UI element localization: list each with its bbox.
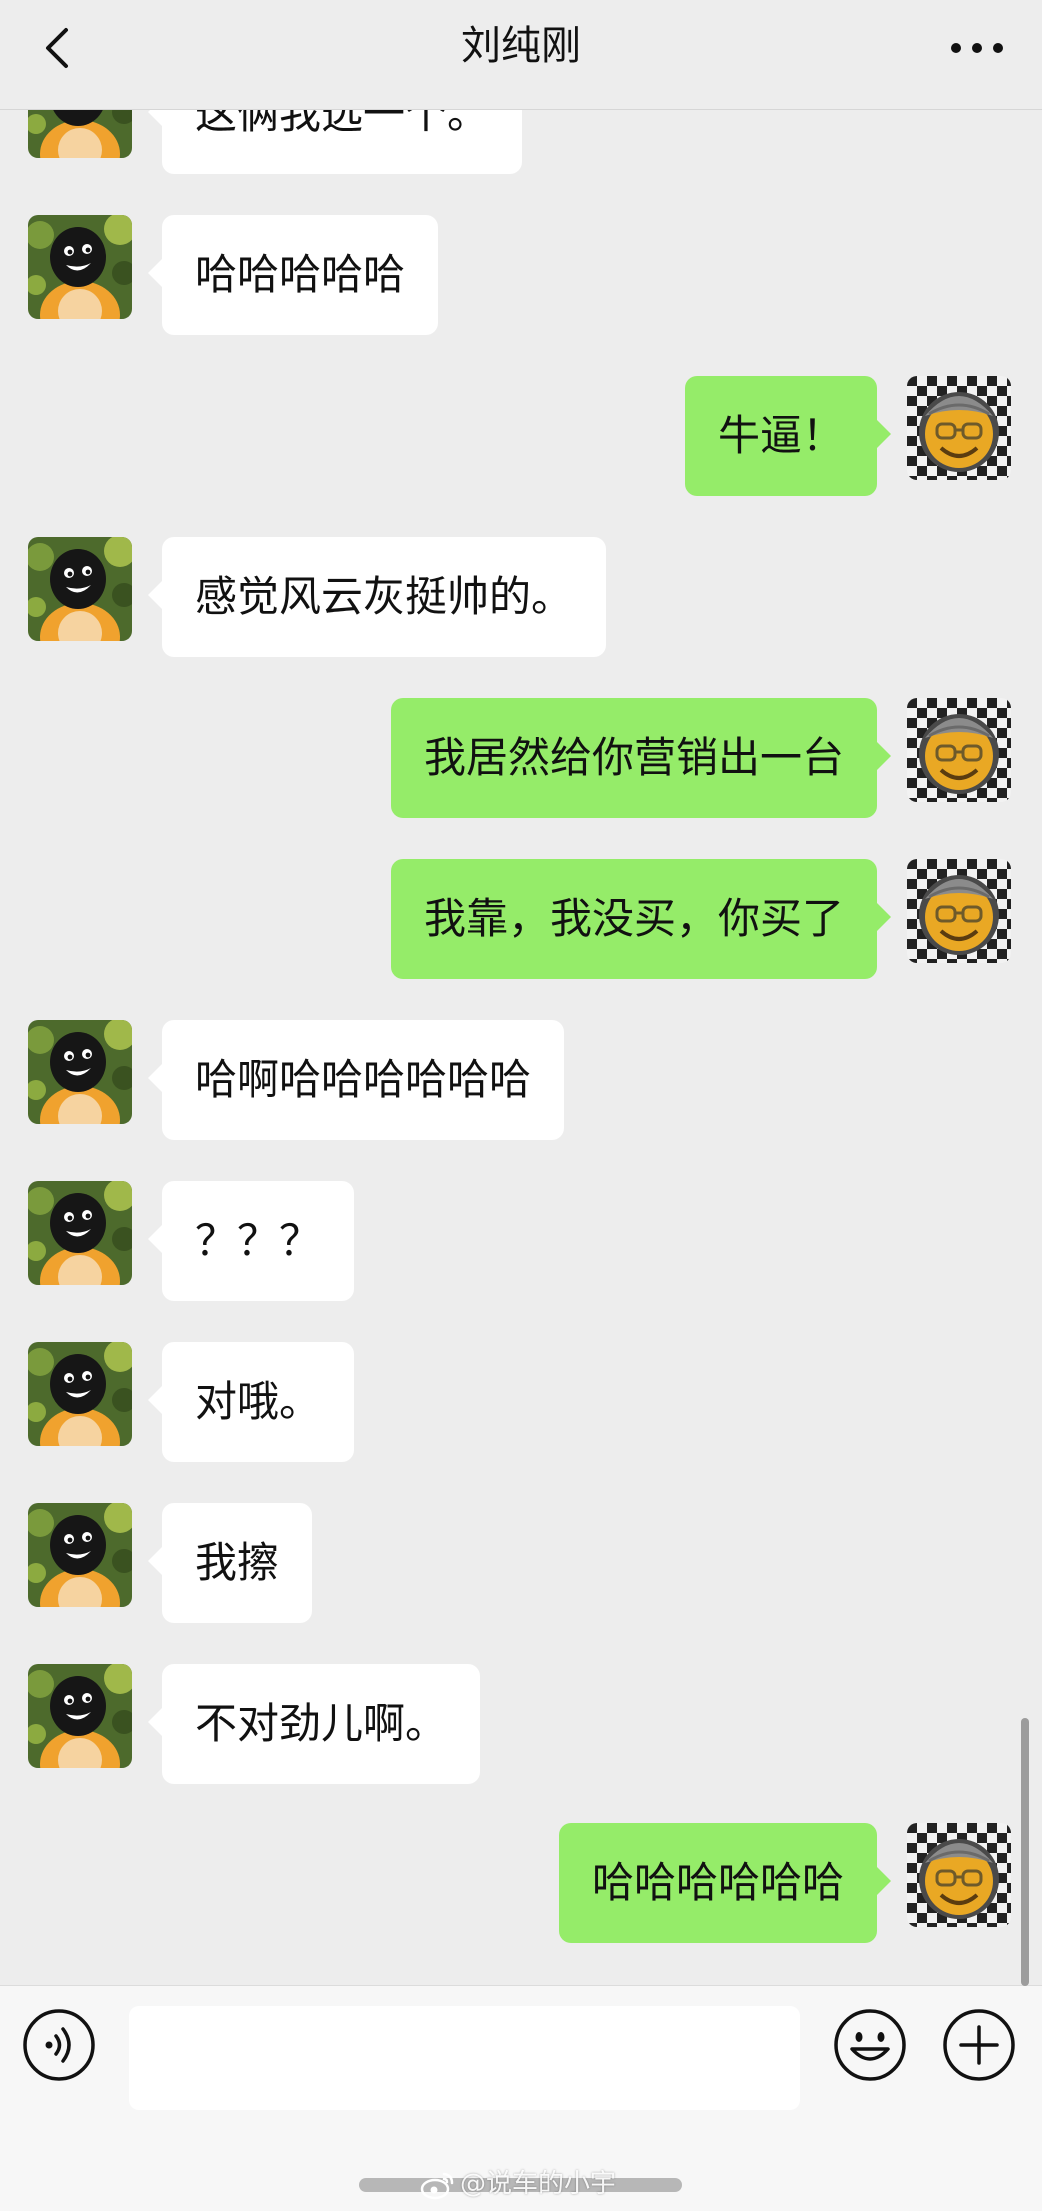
message-bubble[interactable]: 感觉风云灰挺帅的。 [147, 537, 607, 657]
message-bubble[interactable]: 哈啊哈哈哈哈哈哈 [147, 1020, 565, 1140]
emoji-icon [834, 2009, 906, 2081]
contact-avatar[interactable] [28, 1503, 132, 1607]
self-avatar[interactable] [907, 376, 1011, 480]
message-input[interactable] [129, 2006, 800, 2110]
message-bubble[interactable]: 哈哈哈哈哈 [147, 215, 439, 335]
message-bubble[interactable]: 哈哈哈哈哈哈 [558, 1823, 892, 1943]
message-bubble[interactable]: 我擦 [147, 1503, 313, 1623]
contact-avatar[interactable] [28, 1342, 132, 1446]
contact-avatar[interactable] [28, 1664, 132, 1768]
contact-avatar[interactable] [28, 537, 132, 641]
self-avatar[interactable] [907, 698, 1011, 802]
more-button[interactable] [942, 18, 1012, 78]
plus-icon [943, 2009, 1015, 2081]
contact-avatar[interactable] [28, 1020, 132, 1124]
scrollbar[interactable] [1021, 1718, 1029, 1986]
message-bubble[interactable]: 对哦。 [147, 1342, 355, 1462]
watermark-text: @说车的小宇 [460, 2169, 617, 2199]
voice-button[interactable] [22, 2008, 96, 2082]
more-functions-button[interactable] [941, 2007, 1017, 2083]
more-dots-icon [951, 43, 1003, 53]
chat-header: 刘纯刚 [0, 0, 1042, 110]
chat-message-list[interactable]: 这俩我选一个。 哈哈哈哈哈 牛逼！ 感觉风云灰挺帅的。 我居然给你营销出一台 我… [0, 0, 1042, 1985]
message-bubble[interactable]: 我居然给你营销出一台 [390, 698, 892, 818]
contact-avatar[interactable] [28, 215, 132, 319]
watermark: @说车的小宇 [420, 2166, 616, 2202]
self-avatar[interactable] [907, 1823, 1011, 1927]
contact-avatar[interactable] [28, 1181, 132, 1285]
self-avatar[interactable] [907, 859, 1011, 963]
emoji-button[interactable] [832, 2007, 908, 2083]
message-bubble[interactable]: 不对劲儿啊。 [147, 1664, 481, 1784]
message-bubble[interactable]: 我靠，我没买，你买了 [390, 859, 892, 979]
voice-icon [23, 2009, 95, 2081]
message-bubble[interactable]: 牛逼！ [684, 376, 892, 496]
weibo-icon [420, 2172, 454, 2199]
message-bubble[interactable]: ？？？ [147, 1181, 355, 1301]
chat-title: 刘纯刚 [461, 23, 581, 69]
